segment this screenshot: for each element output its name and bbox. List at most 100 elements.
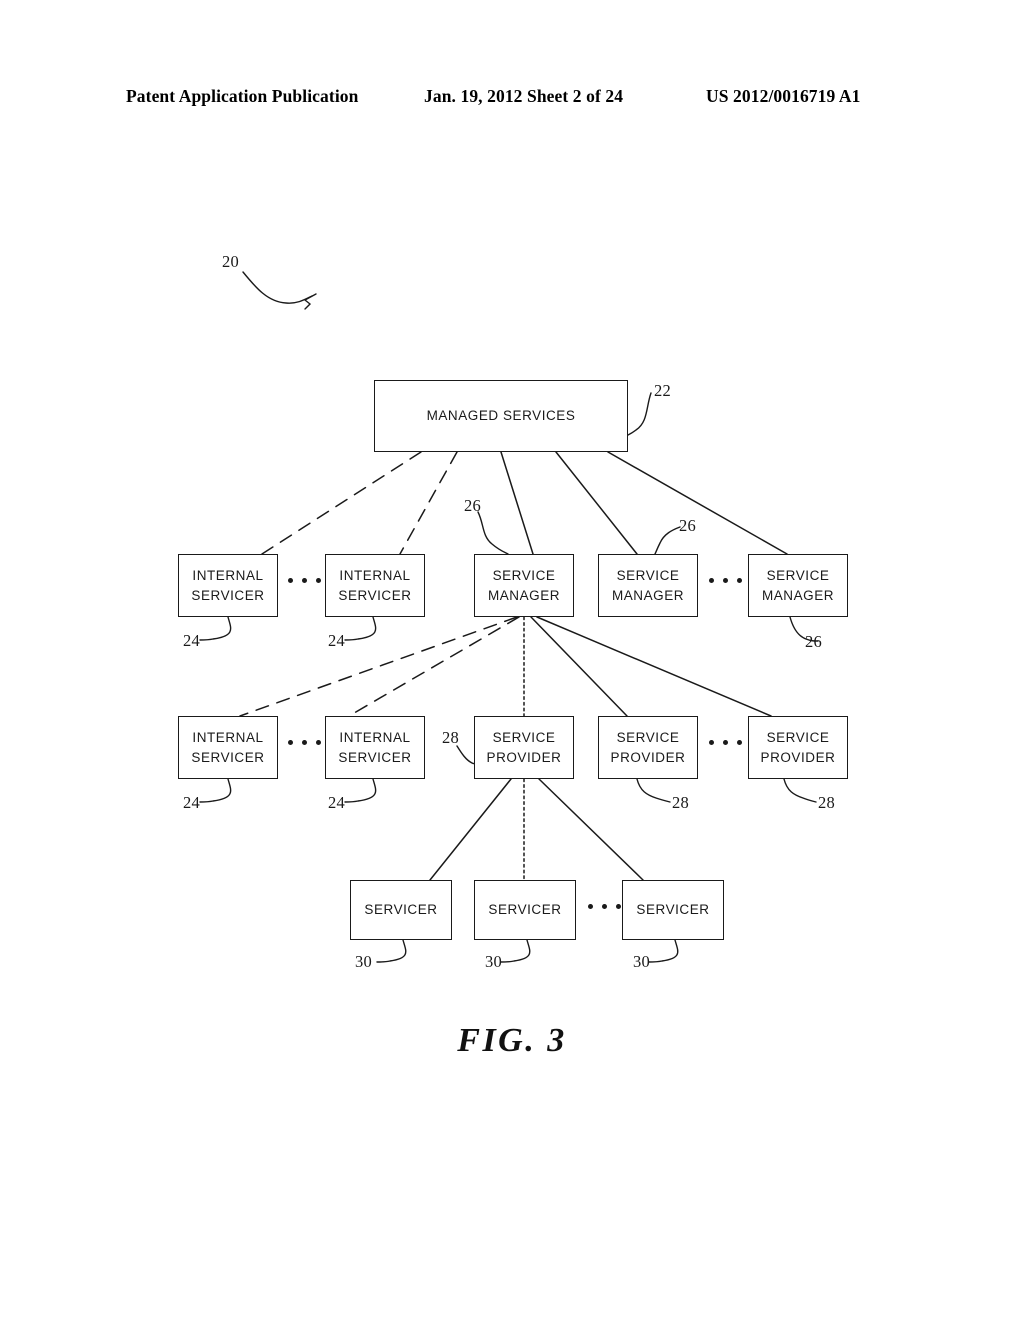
node-servicer-3[interactable]: SERVICER (622, 880, 724, 940)
node-label-line2: MANAGER (487, 587, 561, 603)
node-service-provider-3[interactable]: SERVICE PROVIDER (748, 716, 848, 779)
node-servicer-1-label: SERVICER (364, 902, 438, 918)
ellipsis-service-manager-row (709, 578, 742, 583)
lead-line-24-d (344, 778, 377, 803)
ellipsis-dot (588, 904, 593, 909)
ref-numeral-26-manager-1: 26 (464, 496, 482, 515)
node-label-line2: MANAGER (761, 587, 835, 603)
ref-numeral-22: 22 (654, 381, 672, 400)
node-servicer-2[interactable]: SERVICER (474, 880, 576, 940)
node-internal-servicer-r1-left[interactable]: INTERNAL SERVICER (178, 554, 278, 617)
link-managed-to-service-manager-3 (607, 451, 788, 555)
ellipsis-dot (709, 740, 714, 745)
node-internal-servicer-r1-right[interactable]: INTERNAL SERVICER (325, 554, 425, 617)
lead-line-26-a (477, 511, 509, 555)
figure-line-art (0, 0, 1024, 1320)
ellipsis-internal-servicer-row1 (288, 578, 321, 583)
lead-line-30-b (500, 939, 531, 963)
node-label-line2: SERVICER (338, 749, 412, 765)
node-servicer-3-label: SERVICER (636, 902, 710, 918)
arrowhead-20 (303, 293, 317, 310)
ellipsis-dot (288, 740, 293, 745)
ref-numeral-30-servicer-3: 30 (633, 952, 651, 971)
ellipsis-dot (709, 578, 714, 583)
ref-numeral-26-manager-2: 26 (679, 516, 697, 535)
link-managed-to-service-manager-2 (555, 451, 638, 555)
node-internal-servicer-r2-left[interactable]: INTERNAL SERVICER (178, 716, 278, 779)
ellipsis-dot (288, 578, 293, 583)
ref-numeral-26-manager-3: 26 (805, 632, 823, 651)
ellipsis-internal-servicer-row2 (288, 740, 321, 745)
node-service-manager-1[interactable]: SERVICE MANAGER (474, 554, 574, 617)
node-service-manager-2[interactable]: SERVICE MANAGER (598, 554, 698, 617)
node-label-line1: SERVICE (492, 567, 556, 583)
ellipsis-dot (737, 740, 742, 745)
ellipsis-dot (316, 740, 321, 745)
lead-line-24-b (344, 616, 377, 641)
ellipsis-dot (302, 578, 307, 583)
ellipsis-dot (316, 578, 321, 583)
node-label-line1: SERVICE (616, 729, 680, 745)
node-label-line1: INTERNAL (192, 567, 264, 583)
node-label-line2: PROVIDER (610, 749, 686, 765)
ref-numeral-20: 20 (222, 252, 240, 271)
ref-numeral-30-servicer-1: 30 (355, 952, 373, 971)
ellipsis-dot (723, 578, 728, 583)
node-label-line1: INTERNAL (339, 729, 411, 745)
node-label-line2: PROVIDER (486, 749, 562, 765)
node-label-line2: PROVIDER (760, 749, 836, 765)
connector-svg (199, 271, 819, 963)
ellipsis-dot (602, 904, 607, 909)
node-service-manager-3[interactable]: SERVICE MANAGER (748, 554, 848, 617)
node-label-line2: MANAGER (611, 587, 685, 603)
ref-numeral-28-provider-2: 28 (672, 793, 690, 812)
ref-numeral-24-r2-right: 24 (328, 793, 346, 812)
node-label-line2: SERVICER (191, 587, 265, 603)
figure-caption: FIG. 3 (457, 1022, 567, 1059)
lead-line-24-a (199, 616, 232, 641)
lead-line-28-c (783, 778, 817, 803)
link-provider-to-servicer-1 (429, 778, 512, 881)
node-label-line1: SERVICE (766, 567, 830, 583)
link-manager-to-provider-2 (530, 616, 628, 717)
node-label-line1: INTERNAL (192, 729, 264, 745)
ellipsis-servicer-row (588, 904, 621, 909)
node-managed-services-label: MANAGED SERVICES (426, 408, 576, 424)
lead-line-20 (242, 271, 313, 304)
link-manager-to-internal-servicer-3 (239, 616, 518, 717)
node-label-line1: SERVICE (492, 729, 556, 745)
link-managed-to-internal-servicer-2 (399, 451, 458, 555)
ref-numeral-24-r1-right: 24 (328, 631, 346, 650)
node-label-line2: SERVICER (338, 587, 412, 603)
lead-line-28-b (636, 778, 671, 803)
lead-line-30-c (648, 939, 679, 963)
ref-numeral-24-r1-left: 24 (183, 631, 201, 650)
node-service-provider-1[interactable]: SERVICE PROVIDER (474, 716, 574, 779)
ref-numeral-28-provider-3: 28 (818, 793, 836, 812)
link-managed-to-service-manager-1 (500, 451, 534, 555)
lead-line-26-b (654, 526, 681, 555)
ref-numeral-24-r2-left: 24 (183, 793, 201, 812)
node-label-line2: SERVICER (191, 749, 265, 765)
link-manager-to-provider-3 (536, 616, 772, 717)
ellipsis-dot (616, 904, 621, 909)
ellipsis-dot (302, 740, 307, 745)
ellipsis-dot (723, 740, 728, 745)
link-managed-to-internal-servicer-1 (261, 451, 422, 555)
ellipsis-service-provider-row (709, 740, 742, 745)
lead-line-24-c (199, 778, 232, 803)
node-internal-servicer-r2-right[interactable]: INTERNAL SERVICER (325, 716, 425, 779)
node-label-line1: INTERNAL (339, 567, 411, 583)
node-servicer-2-label: SERVICER (488, 902, 562, 918)
link-provider-to-servicer-3 (538, 778, 644, 881)
node-service-provider-2[interactable]: SERVICE PROVIDER (598, 716, 698, 779)
node-managed-services[interactable]: MANAGED SERVICES (374, 380, 628, 452)
lead-line-22 (627, 392, 652, 436)
lead-line-30-a (376, 939, 407, 963)
ref-numeral-28-provider-1: 28 (442, 728, 460, 747)
node-label-line1: SERVICE (766, 729, 830, 745)
node-servicer-1[interactable]: SERVICER (350, 880, 452, 940)
ellipsis-dot (737, 578, 742, 583)
ref-numeral-30-servicer-2: 30 (485, 952, 503, 971)
node-label-line1: SERVICE (616, 567, 680, 583)
